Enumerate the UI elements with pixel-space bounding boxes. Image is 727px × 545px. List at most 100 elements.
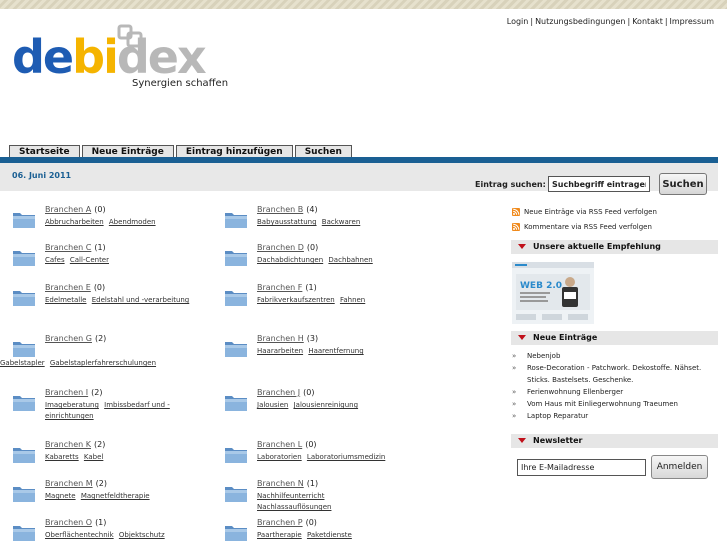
bullet-icon: » bbox=[512, 364, 517, 372]
category-link[interactable]: Branchen D bbox=[257, 243, 304, 252]
category-count: (0) bbox=[93, 283, 106, 292]
subcategory-link[interactable]: Haarentfernung bbox=[308, 347, 363, 355]
new-entry-link[interactable]: Nebenjob bbox=[527, 352, 560, 360]
category-link[interactable]: Branchen O bbox=[45, 518, 92, 527]
subcategory-link[interactable]: Magnete bbox=[45, 492, 76, 500]
subcategory-link[interactable]: Abbrucharbeiten bbox=[45, 218, 104, 226]
subcategory-list: Edelmetalle Edelstahl und -verarbeitung bbox=[45, 295, 195, 306]
contact-link[interactable]: Kontakt bbox=[632, 17, 663, 26]
category-link[interactable]: Branchen B bbox=[257, 205, 303, 214]
category-link[interactable]: Branchen J bbox=[257, 388, 300, 397]
new-entry-link[interactable]: Laptop Reparatur bbox=[527, 412, 588, 420]
logo-part-de: de bbox=[12, 30, 72, 84]
new-entry-item: » Nebenjob bbox=[512, 350, 717, 362]
subcategory-link[interactable]: Kabaretts bbox=[45, 453, 79, 461]
new-entries-list: » Nebenjob » Rose-Decoration - Patchwork. D… bbox=[512, 350, 717, 422]
subcategory-link[interactable]: Dachbahnen bbox=[328, 256, 372, 264]
new-entry-item: » Rose-Decoration - Patchwork. Dekostoffe… bbox=[512, 362, 717, 386]
subcategory-link[interactable]: Gabelstaplerfahrerschulungen bbox=[50, 359, 156, 367]
rss-entries-link[interactable]: Neue Einträge via RSS Feed verfolgen bbox=[524, 208, 657, 216]
subcategory-list: Paartherapie Paketdienste bbox=[257, 530, 407, 541]
folder-icon bbox=[13, 342, 35, 357]
subcategory-link[interactable]: Fahnen bbox=[340, 296, 365, 304]
folder-icon bbox=[13, 251, 35, 266]
logo-tagline: Synergien schaffen bbox=[132, 78, 228, 89]
category-link[interactable]: Branchen K bbox=[45, 440, 91, 449]
newsletter-subscribe-button[interactable]: Anmelden bbox=[651, 455, 708, 479]
subcategory-link[interactable]: Jalousien bbox=[257, 401, 288, 409]
search-label: Eintrag suchen: bbox=[475, 180, 546, 189]
debidex-logo[interactable]: debidex Synergien schaffen bbox=[12, 22, 242, 92]
category-count: (0) bbox=[94, 205, 106, 214]
category-link[interactable]: Branchen A bbox=[45, 205, 91, 214]
triangle-down-icon bbox=[518, 244, 526, 249]
rss-comments-link[interactable]: Kommentare via RSS Feed verfolgen bbox=[524, 223, 652, 231]
category-count: (0) bbox=[305, 440, 317, 449]
subcategory-link[interactable]: Babyausstattung bbox=[257, 218, 317, 226]
category-count: (2) bbox=[94, 440, 106, 449]
subcategory-link[interactable]: Paartherapie bbox=[257, 531, 302, 539]
category-link[interactable]: Branchen I bbox=[45, 388, 88, 397]
subcategory-link[interactable]: Laboratoriumsmedizin bbox=[307, 453, 385, 461]
current-date: 06. Juni 2011 bbox=[12, 171, 72, 180]
subcategory-link[interactable]: Kabel bbox=[84, 453, 103, 461]
new-entry-link[interactable]: Rose-Decoration - Patchwork. Dekostoffe.… bbox=[527, 364, 701, 384]
subcategory-link[interactable]: Paketdienste bbox=[307, 531, 352, 539]
new-entry-link[interactable]: Ferienwohnung Ellenberger bbox=[527, 388, 623, 396]
newsletter-email-input[interactable] bbox=[517, 459, 646, 476]
category-link[interactable]: Branchen P bbox=[257, 518, 303, 527]
category-link[interactable]: Branchen C bbox=[45, 243, 91, 252]
subcategory-list: Gabelstapler Gabelstaplerfahrerschulunge… bbox=[0, 358, 200, 369]
subcategory-link[interactable]: Imageberatung bbox=[45, 401, 99, 409]
subcategory-link[interactable]: Backwaren bbox=[322, 218, 360, 226]
category-link[interactable]: Branchen G bbox=[45, 334, 92, 343]
bullet-icon: » bbox=[512, 400, 517, 408]
subcategory-link[interactable]: Laboratorien bbox=[257, 453, 302, 461]
subcategory-link[interactable]: Edelmetalle bbox=[45, 296, 86, 304]
new-entry-link[interactable]: Vom Haus mit Einliegerwohnung Traeumen bbox=[527, 400, 678, 408]
newsletter-heading: Newsletter bbox=[511, 434, 718, 448]
folder-icon bbox=[225, 396, 247, 411]
triangle-down-icon bbox=[518, 335, 526, 340]
subcategory-link[interactable]: Magnetfeldtherapie bbox=[81, 492, 150, 500]
subcategory-list: Jalousien Jalousienreinigung bbox=[257, 400, 407, 411]
folder-icon bbox=[13, 526, 35, 541]
subcategory-link[interactable]: Oberflächentechnik bbox=[45, 531, 114, 539]
subcategory-link[interactable]: Fabrikverkaufszentren bbox=[257, 296, 335, 304]
recommendation-image[interactable]: WEB 2.0 bbox=[512, 262, 594, 324]
subcategory-list: Magnete Magnetfeldtherapie bbox=[45, 491, 195, 502]
logo-part-bi: bi bbox=[72, 30, 117, 84]
folder-icon bbox=[225, 342, 247, 357]
category-count: (4) bbox=[306, 205, 318, 214]
category-count: (0) bbox=[305, 518, 317, 527]
imprint-link[interactable]: Impressum bbox=[670, 17, 714, 26]
category-link[interactable]: Branchen H bbox=[257, 334, 304, 343]
category-link[interactable]: Branchen M bbox=[45, 479, 93, 488]
category-link[interactable]: Branchen F bbox=[257, 283, 302, 292]
category-link[interactable]: Branchen N bbox=[257, 479, 304, 488]
subcategory-link[interactable]: Abendmoden bbox=[109, 218, 156, 226]
subcategory-link[interactable]: Objektschutz bbox=[119, 531, 165, 539]
subcategory-link[interactable]: Cafes bbox=[45, 256, 65, 264]
folder-icon bbox=[13, 396, 35, 411]
subcategory-link[interactable]: Haararbeiten bbox=[257, 347, 303, 355]
search-input[interactable] bbox=[548, 176, 650, 192]
logo-part-dex: dex bbox=[117, 30, 206, 84]
search-button[interactable]: Suchen bbox=[659, 173, 707, 195]
category-link[interactable]: Branchen E bbox=[45, 283, 91, 292]
subcategory-link[interactable]: Gabelstapler bbox=[0, 359, 45, 367]
subcategory-link[interactable]: Nachlassauflösungen bbox=[257, 503, 331, 511]
subcategory-link[interactable]: Nachhilfeunterricht bbox=[257, 492, 324, 500]
login-link[interactable]: Login bbox=[507, 17, 529, 26]
subcategory-list: Imageberatung Imbissbedarf und -einricht… bbox=[45, 400, 195, 422]
subcategory-link[interactable]: Call-Center bbox=[70, 256, 109, 264]
subcategory-link[interactable]: Edelstahl und -verarbeitung bbox=[92, 296, 190, 304]
subcategory-link[interactable]: Jalousienreinigung bbox=[294, 401, 358, 409]
new-entry-item: » Laptop Reparatur bbox=[512, 410, 717, 422]
terms-link[interactable]: Nutzungsbedingungen bbox=[535, 17, 625, 26]
subcategory-link[interactable]: Dachabdichtungen bbox=[257, 256, 323, 264]
category-link[interactable]: Branchen L bbox=[257, 440, 302, 449]
new-entry-item: » Vom Haus mit Einliegerwohnung Traeumen bbox=[512, 398, 717, 410]
bullet-icon: » bbox=[512, 352, 517, 360]
svg-text:debidex: debidex bbox=[12, 30, 206, 84]
